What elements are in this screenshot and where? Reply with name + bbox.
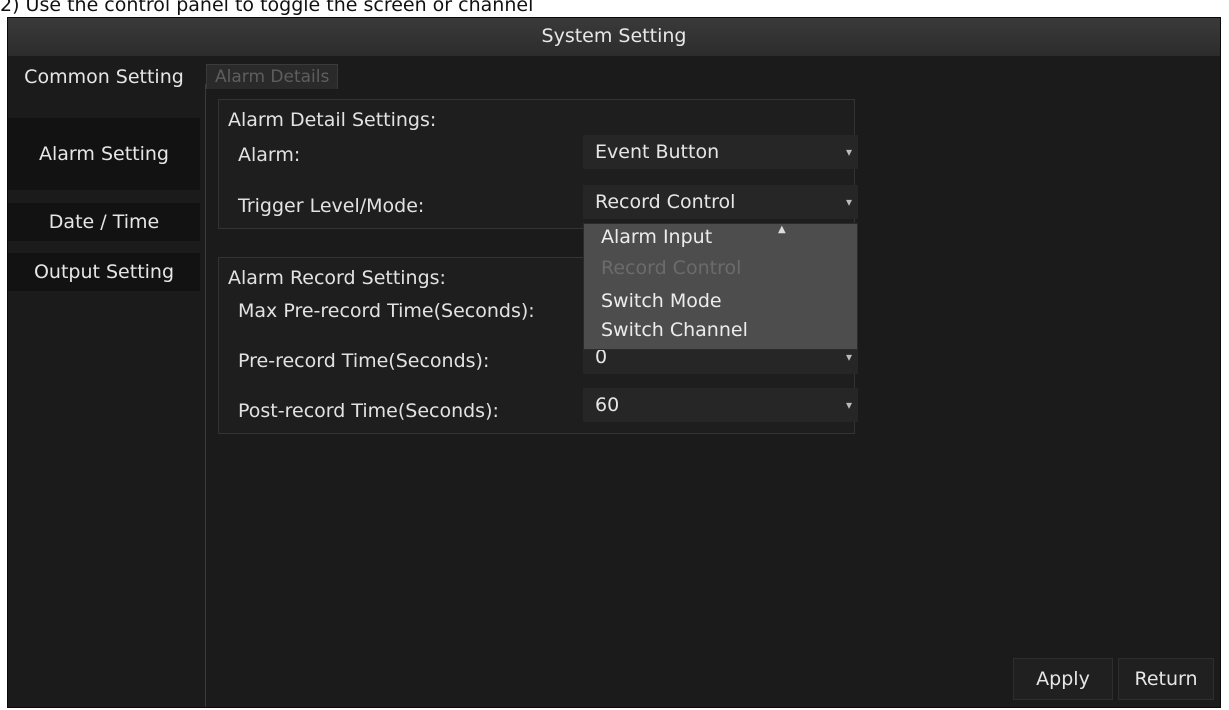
chevron-down-icon: ▾ <box>845 195 852 209</box>
alarm-detail-section-title: Alarm Detail Settings: <box>228 109 437 131</box>
alarm-label: Alarm: <box>238 144 301 166</box>
alarm-select-value: Event Button <box>595 141 720 163</box>
trigger-select-value: Record Control <box>595 191 736 213</box>
return-button[interactable]: Return <box>1118 658 1214 700</box>
sidebar-item-alarm-setting[interactable]: Alarm Setting <box>8 118 200 190</box>
tab-alarm-details[interactable]: Alarm Details <box>206 64 339 89</box>
pre-record-label: Pre-record Time(Seconds): <box>238 350 490 372</box>
dropdown-option-alarm-input[interactable]: Alarm Input <box>601 226 712 248</box>
page-caption: 2) Use the control panel to toggle the s… <box>0 0 534 16</box>
chevron-down-icon: ▾ <box>845 398 852 412</box>
content-divider <box>205 84 206 707</box>
post-record-value: 60 <box>595 394 620 416</box>
sidebar: Common Setting Alarm Setting Date / Time… <box>8 58 200 703</box>
trigger-select[interactable]: Record Control ▾ <box>583 185 858 219</box>
cursor-icon: ▲ <box>778 224 786 235</box>
system-setting-window: System Setting Common Setting Alarm Sett… <box>7 17 1221 708</box>
window-title: System Setting <box>8 18 1220 56</box>
chevron-down-icon: ▾ <box>845 145 852 159</box>
dropdown-option-switch-channel[interactable]: Switch Channel <box>601 319 748 341</box>
sidebar-item-output-setting[interactable]: Output Setting <box>8 253 200 291</box>
post-record-label: Post-record Time(Seconds): <box>238 400 499 422</box>
dropdown-option-record-control: Record Control <box>601 257 742 279</box>
dropdown-option-switch-mode[interactable]: Switch Mode <box>601 290 722 312</box>
alarm-select[interactable]: Event Button ▾ <box>583 135 858 169</box>
alarm-record-section-title: Alarm Record Settings: <box>228 267 446 289</box>
sidebar-item-common-setting[interactable]: Common Setting <box>8 60 200 94</box>
trigger-dropdown-list: Alarm Input Record Control Switch Mode S… <box>583 223 858 350</box>
max-pre-record-label: Max Pre-record Time(Seconds): <box>238 300 535 322</box>
trigger-label: Trigger Level/Mode: <box>238 195 425 217</box>
sidebar-item-date-time[interactable]: Date / Time <box>8 203 200 241</box>
post-record-select[interactable]: 60 ▾ <box>583 388 858 422</box>
apply-button[interactable]: Apply <box>1013 658 1113 700</box>
